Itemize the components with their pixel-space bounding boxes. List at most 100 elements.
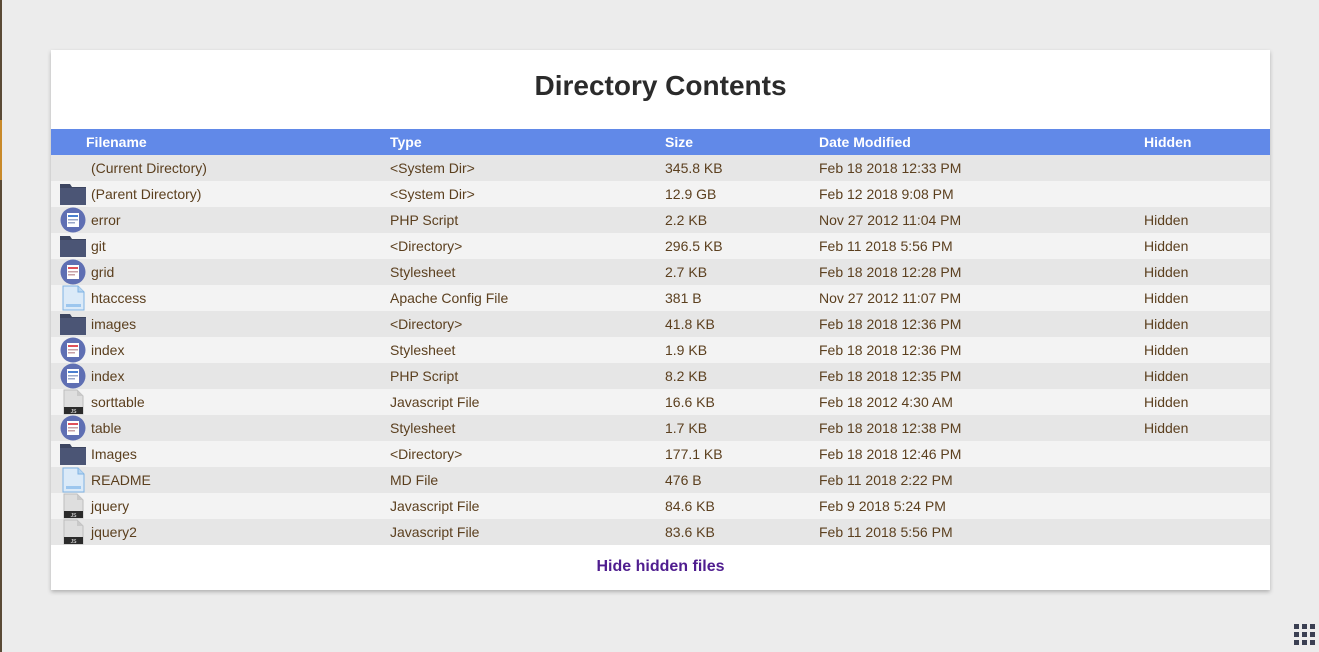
type-cell: Javascript File — [390, 498, 480, 514]
file-link[interactable]: sorttable — [91, 394, 145, 410]
size-cell: 2.7 KB — [665, 264, 708, 280]
filename-cell: JS sorttable — [51, 389, 390, 415]
hidden-cell — [1144, 467, 1270, 493]
size-cell: 84.6 KB — [665, 498, 715, 514]
size-cell: 177.1 KB — [665, 446, 723, 462]
filename-cell: Images — [51, 441, 390, 467]
table-row[interactable]: README MD File 476 B Feb 11 2018 2:22 PM — [51, 467, 1270, 493]
column-header-hidden[interactable]: Hidden — [1144, 129, 1270, 155]
file-link[interactable]: jquery — [91, 498, 129, 514]
document-icon — [60, 285, 88, 311]
date-modified-cell: Feb 11 2018 5:56 PM — [819, 238, 953, 254]
file-link[interactable]: images — [91, 316, 136, 332]
date-modified-cell: Feb 18 2018 12:35 PM — [819, 368, 962, 384]
table-row[interactable]: JS sorttable Javascript File 16.6 KB Feb 18 … — [51, 389, 1270, 415]
hidden-cell: Hidden — [1144, 316, 1189, 332]
file-link[interactable]: README — [91, 472, 151, 488]
type-cell: Javascript File — [390, 394, 480, 410]
filename-cell: grid — [51, 259, 390, 285]
date-modified-cell: Feb 18 2018 12:38 PM — [819, 420, 962, 436]
column-header-date-modified[interactable]: Date Modified — [819, 129, 1144, 155]
table-row[interactable]: images <Directory> 41.8 KB Feb 18 2018 12:3… — [51, 311, 1270, 337]
js-icon: JS — [60, 493, 88, 519]
filename-cell: README — [51, 467, 390, 493]
hidden-cell: Hidden — [1144, 290, 1189, 306]
file-link[interactable]: git — [91, 238, 106, 254]
hidden-cell: Hidden — [1144, 264, 1189, 280]
size-cell: 16.6 KB — [665, 394, 715, 410]
type-cell: <System Dir> — [390, 160, 475, 176]
folder-icon — [60, 233, 88, 259]
directory-listing-panel: Directory Contents Filename Type Size Da… — [51, 50, 1270, 590]
table-row[interactable]: JS jquery2 Javascript File 83.6 KB Feb 11 20… — [51, 519, 1270, 545]
table-row[interactable]: error PHP Script 2.2 KB Nov 27 2012 11:04 P… — [51, 207, 1270, 233]
filename-cell: (Parent Directory) — [51, 181, 390, 207]
hidden-cell — [1144, 181, 1270, 207]
size-cell: 83.6 KB — [665, 524, 715, 540]
type-cell: <System Dir> — [390, 186, 475, 202]
page-title: Directory Contents — [534, 70, 787, 101]
filename-cell: git — [51, 233, 390, 259]
table-row[interactable]: git <Directory> 296.5 KB Feb 11 2018 5:56 P… — [51, 233, 1270, 259]
hidden-cell — [1144, 493, 1270, 519]
filename-cell: htaccess — [51, 285, 390, 311]
date-modified-cell: Nov 27 2012 11:07 PM — [819, 290, 962, 306]
type-cell: <Directory> — [390, 238, 463, 254]
file-link[interactable]: index — [91, 342, 124, 358]
file-link[interactable]: (Parent Directory) — [91, 186, 201, 202]
date-modified-cell: Feb 9 2018 5:24 PM — [819, 498, 946, 514]
type-cell: MD File — [390, 472, 439, 488]
column-header-type[interactable]: Type — [390, 129, 665, 155]
table-row[interactable]: index PHP Script 8.2 KB Feb 18 2018 12:35 P… — [51, 363, 1270, 389]
hidden-cell: Hidden — [1144, 342, 1189, 358]
file-link[interactable]: error — [91, 212, 121, 228]
filename-cell: JS jquery — [51, 493, 390, 519]
file-link[interactable]: htaccess — [91, 290, 146, 306]
hidden-cell: Hidden — [1144, 212, 1189, 228]
table-row[interactable]: (Current Directory) <System Dir> 345.8 KB F… — [51, 155, 1270, 181]
type-cell: Apache Config File — [390, 290, 509, 306]
hidden-cell: Hidden — [1144, 420, 1189, 436]
size-cell: 12.9 GB — [665, 186, 717, 202]
column-header-size[interactable]: Size — [665, 129, 819, 155]
document-icon — [60, 467, 88, 493]
blank-icon — [60, 155, 88, 181]
table-row[interactable]: JS jquery Javascript File 84.6 KB Feb 9 2018… — [51, 493, 1270, 519]
date-modified-cell: Nov 27 2012 11:04 PM — [819, 212, 962, 228]
window-left-edge-accent — [0, 120, 2, 180]
hide-hidden-files-link[interactable]: Hide hidden files — [51, 558, 1270, 576]
apps-grid-icon[interactable] — [1294, 624, 1316, 646]
table-row[interactable]: htaccess Apache Config File 381 B Nov 27 20… — [51, 285, 1270, 311]
size-cell: 1.9 KB — [665, 342, 708, 358]
table-row[interactable]: table Stylesheet 1.7 KB Feb 18 2018 12:38 P… — [51, 415, 1270, 441]
js-icon: JS — [60, 389, 88, 415]
type-cell: <Directory> — [390, 316, 463, 332]
file-link[interactable]: jquery2 — [91, 524, 137, 540]
table-row[interactable]: index Stylesheet 1.9 KB Feb 18 2018 12:36 P… — [51, 337, 1270, 363]
file-link[interactable]: Images — [91, 446, 137, 462]
window-left-edge — [0, 0, 2, 652]
filename-cell: JS jquery2 — [51, 519, 390, 545]
table-header-row: Filename Type Size Date Modified Hidden — [51, 129, 1270, 155]
size-cell: 296.5 KB — [665, 238, 723, 254]
folder-icon — [60, 181, 88, 207]
table-row[interactable]: (Parent Directory) <System Dir> 12.9 GB Feb… — [51, 181, 1270, 207]
table-row[interactable]: grid Stylesheet 2.7 KB Feb 18 2018 12:28 PM… — [51, 259, 1270, 285]
size-cell: 345.8 KB — [665, 160, 723, 176]
php-icon — [60, 207, 88, 233]
file-link[interactable]: grid — [91, 264, 114, 280]
type-cell: Stylesheet — [390, 264, 456, 280]
type-cell: Stylesheet — [390, 342, 456, 358]
file-table: Filename Type Size Date Modified Hidden … — [51, 129, 1270, 545]
column-header-filename[interactable]: Filename — [51, 129, 390, 155]
hidden-cell: Hidden — [1144, 394, 1189, 410]
folder-icon — [60, 311, 88, 337]
type-cell: Stylesheet — [390, 420, 456, 436]
table-row[interactable]: Images <Directory> 177.1 KB Feb 18 2018 12:… — [51, 441, 1270, 467]
file-link[interactable]: table — [91, 420, 121, 436]
file-link[interactable]: (Current Directory) — [91, 160, 207, 176]
css-icon — [60, 415, 88, 441]
file-link[interactable]: index — [91, 368, 124, 384]
date-modified-cell: Feb 18 2018 12:33 PM — [819, 160, 962, 176]
date-modified-cell: Feb 18 2018 12:46 PM — [819, 446, 962, 462]
